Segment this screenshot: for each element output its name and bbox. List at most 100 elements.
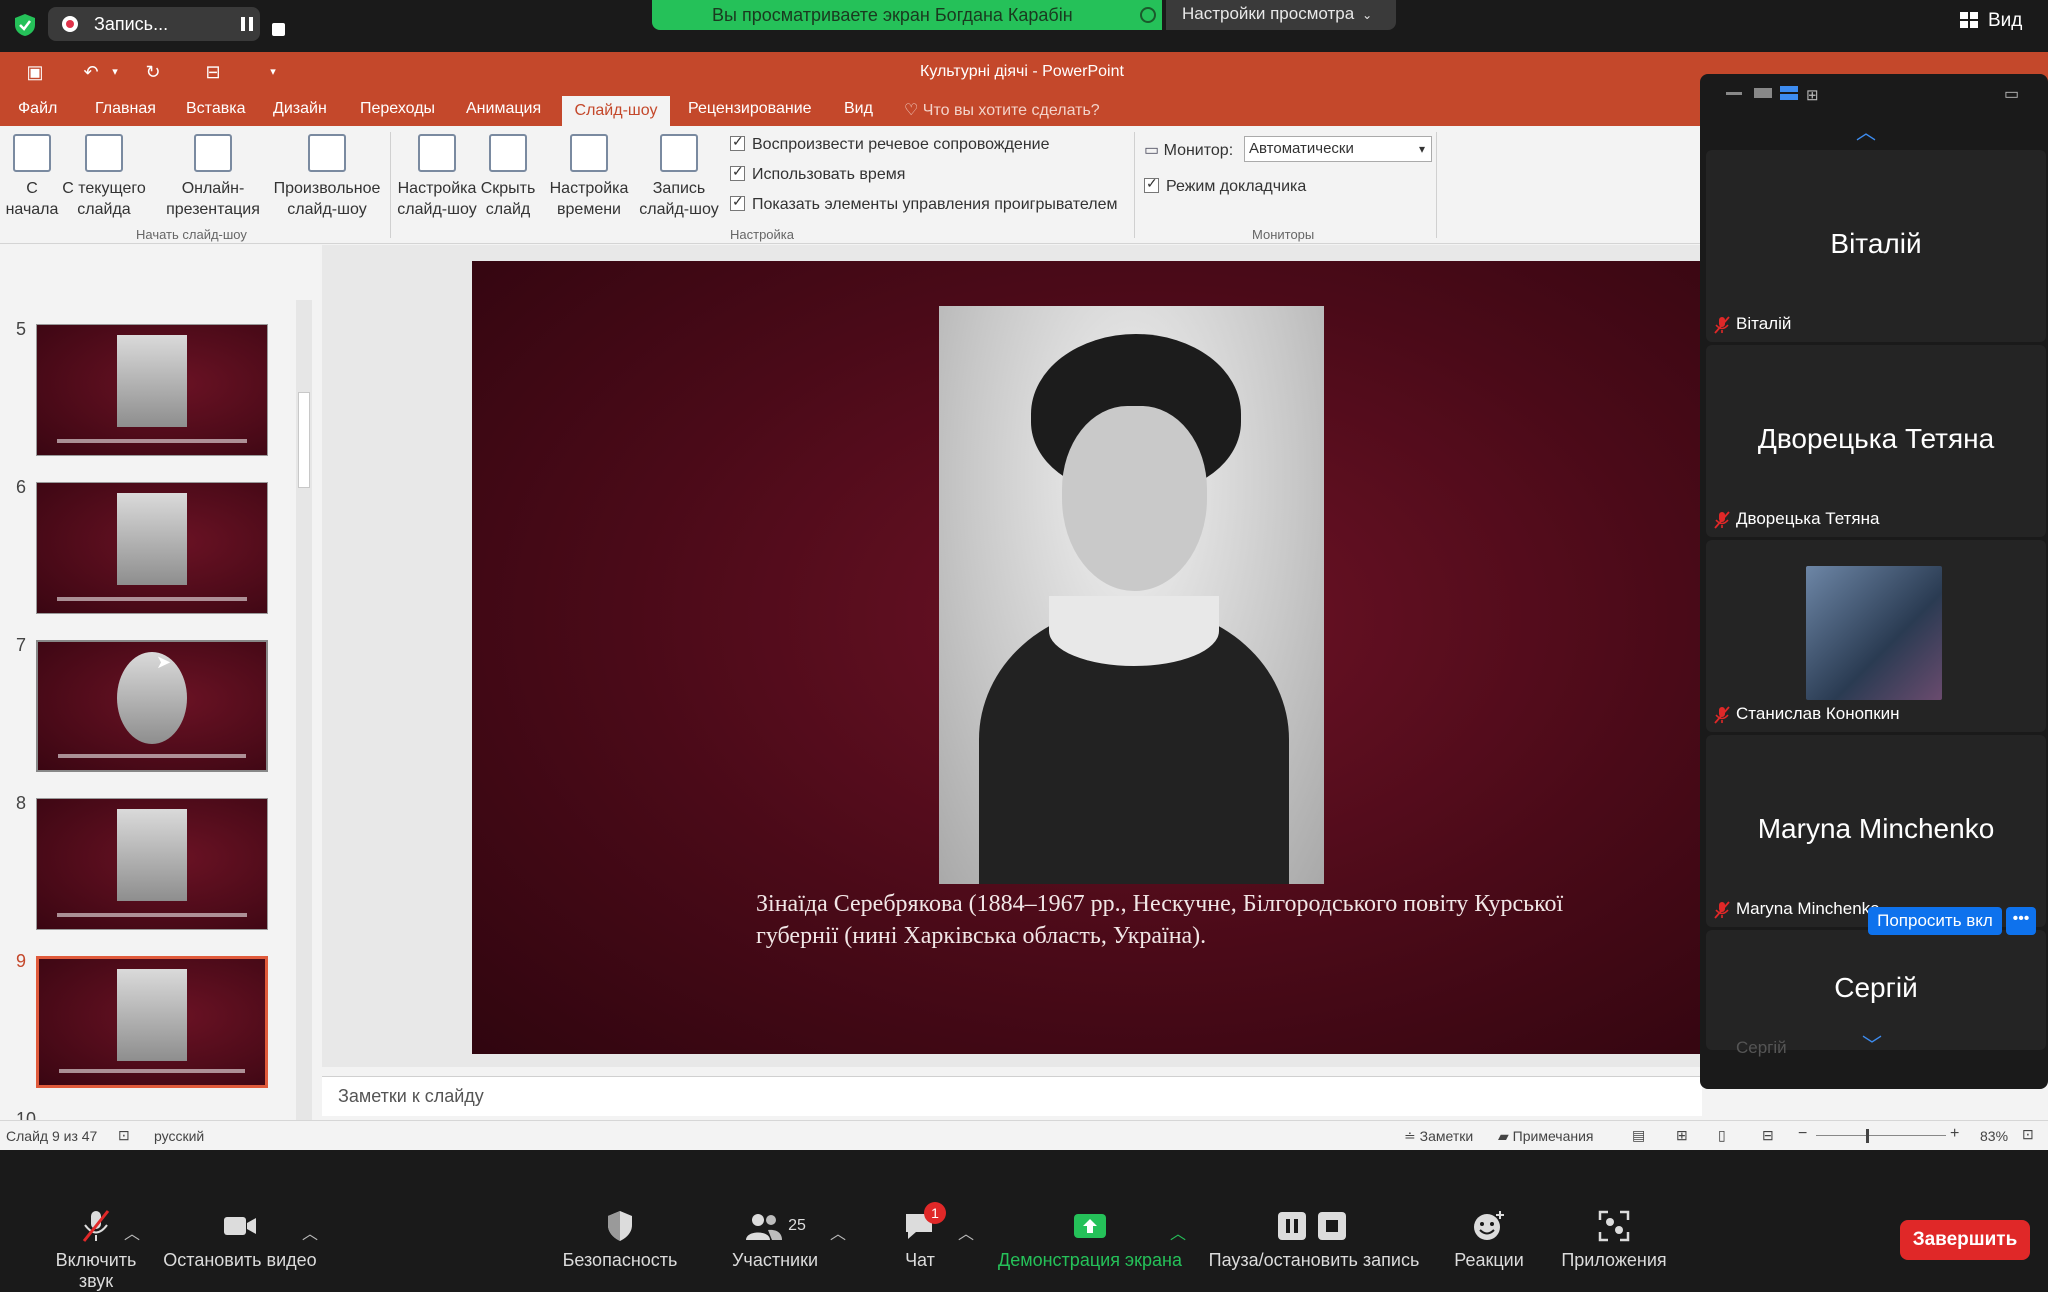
undo-icon[interactable]: ↶ (80, 62, 102, 82)
slideshow-view-icon[interactable]: ⊟ (1762, 1127, 1774, 1144)
tab-review[interactable]: Рецензирование (688, 100, 812, 118)
hide-slide-button[interactable]: Скрыть слайд (478, 134, 538, 220)
tab-design[interactable]: Дизайн (273, 100, 327, 118)
speaker-view-icon[interactable] (1754, 88, 1772, 98)
setup-show-label: Настройка слайд-шоу (397, 180, 477, 218)
save-icon[interactable]: ▣ (24, 62, 46, 82)
tab-transitions[interactable]: Переходы (360, 100, 435, 118)
pause-stop-recording-button[interactable]: Пауза/остановить запись (1204, 1208, 1424, 1271)
view-settings-button[interactable]: Настройки просмотра ⌄ (1166, 0, 1396, 30)
tab-insert[interactable]: Вставка (186, 100, 245, 118)
audio-options-chevron-icon[interactable]: ︿ (124, 1220, 140, 1244)
monitor-select[interactable]: Автоматически (1244, 136, 1432, 162)
language-indicator[interactable]: русский (154, 1128, 204, 1144)
stop-video-button[interactable]: Остановить видео (160, 1208, 320, 1271)
pause-icon[interactable] (240, 17, 254, 31)
tab-slideshow[interactable]: Слайд-шоу (562, 96, 670, 126)
presenter-view-checkbox[interactable]: Режим докладчика (1144, 175, 1306, 196)
slide-count: Слайд 9 из 47 (6, 1128, 98, 1144)
participant-tile[interactable]: Дворецька Тетяна Дворецька Тетяна (1706, 345, 2046, 537)
share-screen-label: Демонстрация экрана (998, 1250, 1182, 1270)
participant-tile[interactable]: Maryna Minchenko Maryna Minchenko (1706, 735, 2046, 927)
zoom-out-icon[interactable]: − (1798, 1125, 1807, 1143)
from-current-button[interactable]: С текущего слайда (62, 134, 146, 220)
reactions-button[interactable]: Реакции (1444, 1208, 1534, 1271)
security-button[interactable]: Безопасность (560, 1208, 680, 1271)
normal-view-icon[interactable]: ▤ (1632, 1127, 1645, 1144)
online-presentation-button[interactable]: Онлайн-презентация (158, 134, 268, 220)
reading-view-icon[interactable]: ▯ (1718, 1127, 1726, 1144)
participant-tile[interactable]: Віталій Віталій (1706, 150, 2046, 342)
fit-to-window-icon[interactable]: ⊡ (2022, 1126, 2034, 1143)
use-timings-checkbox[interactable]: Использовать время (730, 163, 905, 184)
customize-toolbar-icon[interactable]: ▾ (262, 62, 284, 82)
notes-toggle[interactable]: ≐ Заметки (1404, 1128, 1473, 1145)
zoom-in-icon[interactable]: + (1950, 1125, 1959, 1143)
tab-view[interactable]: Вид (844, 100, 873, 118)
scroll-up-icon[interactable]: ︿ (1856, 116, 1876, 145)
zoom-slider[interactable] (1816, 1135, 1946, 1136)
tab-animations[interactable]: Анимация (466, 100, 541, 118)
apps-button[interactable]: Приложения (1554, 1208, 1674, 1271)
pip-icon[interactable]: ▭ (2004, 84, 2019, 104)
show-media-controls-checkbox[interactable]: Показать элементы управления проигрывате… (730, 193, 1118, 214)
from-start-button[interactable]: С начала (4, 134, 60, 220)
end-meeting-button[interactable]: Завершить (1900, 1220, 2030, 1260)
slide-thumbnail[interactable] (36, 640, 268, 772)
video-options-chevron-icon[interactable]: ︿ (302, 1220, 318, 1244)
show-media-controls-label: Показать элементы управления проигрывате… (752, 196, 1118, 213)
strip-view-icon[interactable] (1780, 86, 1798, 100)
scrollbar-thumb[interactable] (298, 392, 310, 488)
scroll-down-icon[interactable]: ﹀ (1862, 1029, 1882, 1058)
participant-tile[interactable]: Сергій Сергій ﹀ (1706, 930, 2046, 1057)
muted-mic-icon (1714, 316, 1730, 334)
stop-icon[interactable] (272, 23, 285, 36)
tab-home[interactable]: Главная (95, 100, 156, 118)
play-narrations-checkbox[interactable]: Воспроизвести речевое сопровождение (730, 133, 1050, 154)
participants-options-chevron-icon[interactable]: ︿ (830, 1220, 846, 1244)
record-show-button[interactable]: Запись слайд-шоу (634, 134, 724, 220)
notes-pane[interactable]: Заметки к слайду (322, 1076, 1702, 1116)
gallery-view-icon[interactable]: ⊞ (1806, 86, 1819, 104)
play-narrations-label: Воспроизвести речевое сопровождение (752, 136, 1050, 153)
share-screen-button[interactable]: Демонстрация экрана (990, 1208, 1190, 1271)
participants-button[interactable]: 25 Участники (720, 1208, 830, 1271)
spellcheck-icon[interactable]: ⊡ (118, 1127, 130, 1144)
participant-name-large: Віталій (1830, 228, 1922, 259)
zoom-level[interactable]: 83% (1980, 1128, 2008, 1144)
share-options-chevron-icon[interactable]: ︿ (1170, 1220, 1186, 1244)
shield-check-icon[interactable] (12, 12, 38, 38)
online-presentation-label: Онлайн-презентация (166, 180, 260, 218)
recording-indicator[interactable]: Запись... (48, 7, 285, 41)
play-from-start-icon (13, 134, 51, 172)
pause-stop-icons (1204, 1208, 1424, 1244)
slide-thumbnail[interactable] (36, 324, 268, 456)
rehearse-timings-button[interactable]: Настройка времени (546, 134, 632, 220)
setup-show-button[interactable]: Настройка слайд-шоу (396, 134, 478, 220)
view-button[interactable]: Вид (1960, 10, 2022, 32)
comments-toggle[interactable]: ▰ Примечания (1498, 1128, 1593, 1145)
slide-thumbnail[interactable] (36, 482, 268, 614)
more-options-button[interactable]: ••• (2006, 907, 2036, 935)
portrait-photo (939, 306, 1324, 884)
slide-thumbnail[interactable] (36, 798, 268, 930)
redo-icon[interactable]: ↻ (142, 62, 164, 82)
present-icon[interactable]: ⊟ (202, 62, 224, 82)
tab-file[interactable]: Файл (18, 100, 57, 118)
monitor-label: ▭ Монитор: (1144, 140, 1233, 160)
slide-sorter-icon[interactable]: ⊞ (1676, 1127, 1688, 1144)
zoom-slider-handle[interactable] (1866, 1129, 1869, 1143)
apps-icon (1598, 1210, 1630, 1242)
chat-button[interactable]: Чат 1 (880, 1202, 960, 1271)
muted-mic-icon (1714, 901, 1730, 919)
ask-to-unmute-button[interactable]: Попросить вкл (1868, 907, 2002, 935)
checkbox-checked-icon (730, 163, 745, 181)
custom-show-button[interactable]: Произвольное слайд-шоу (268, 134, 386, 220)
minimize-panel-icon[interactable] (1726, 92, 1742, 95)
portrait-face (1062, 406, 1207, 591)
chat-options-chevron-icon[interactable]: ︿ (958, 1220, 974, 1244)
tell-me-search[interactable]: ♡ Что вы хотите сделать? (904, 100, 1100, 120)
slide-thumbnail-selected[interactable] (36, 956, 268, 1088)
participant-tile[interactable]: Станислав Конопкин (1706, 540, 2046, 732)
undo-dropdown-icon[interactable]: ▾ (104, 62, 126, 82)
